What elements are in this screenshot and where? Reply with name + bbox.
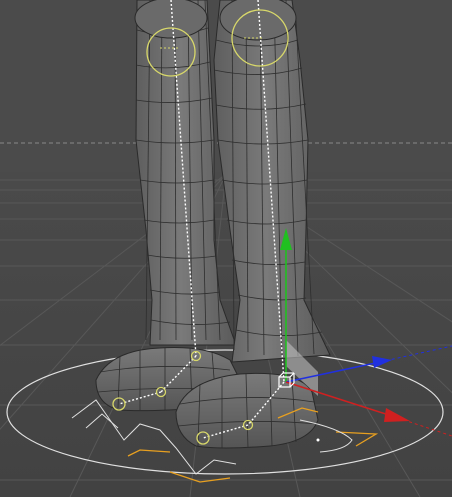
selection-point — [316, 438, 320, 442]
3d-viewport[interactable] — [0, 0, 452, 497]
